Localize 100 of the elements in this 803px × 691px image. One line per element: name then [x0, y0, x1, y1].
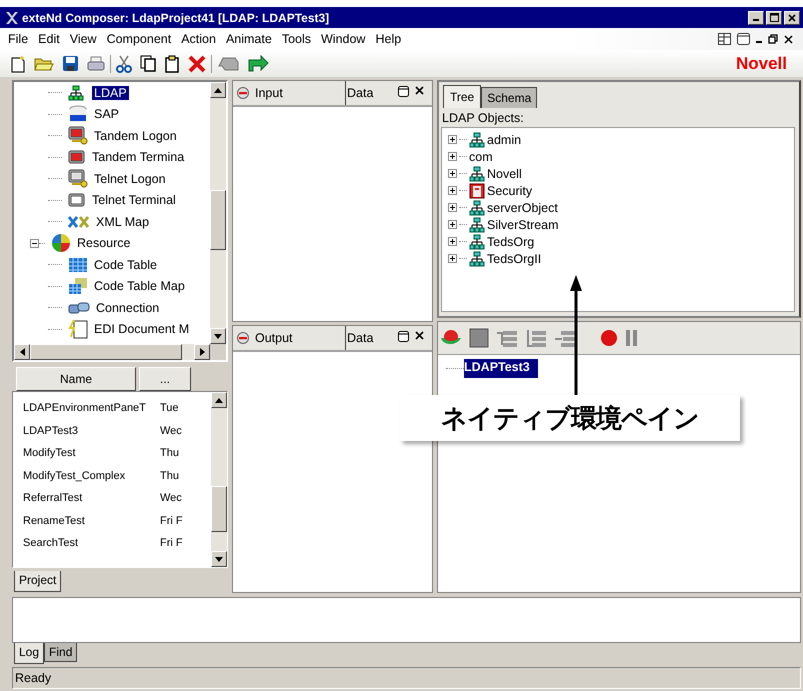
tree-item[interactable]: TedsOrgII [487, 252, 542, 266]
forward-button[interactable] [247, 54, 269, 72]
menu-item[interactable]: Component [102, 32, 178, 46]
maximize-button[interactable] [766, 10, 782, 24]
expand-icon[interactable] [448, 203, 457, 212]
column-header[interactable]: Name [16, 367, 136, 391]
scroll-right-button[interactable] [194, 344, 210, 360]
menu-item[interactable]: Tools [278, 32, 317, 46]
tab[interactable]: Project [14, 571, 62, 592]
tree-item[interactable]: Tandem Termina [92, 150, 184, 164]
copy-button[interactable] [140, 55, 156, 72]
scroll-up-button[interactable] [211, 392, 227, 408]
network-icon [469, 200, 485, 216]
floppy-icon [62, 55, 79, 72]
tree-item[interactable]: serverObject [487, 200, 558, 214]
close-button[interactable] [784, 10, 800, 24]
collapse-icon[interactable] [30, 238, 39, 248]
tree-item[interactable]: XML Map [96, 214, 150, 229]
scroll-left-button[interactable] [14, 344, 30, 360]
monitor-key-icon [68, 169, 88, 188]
tab[interactable]: Schema [481, 87, 538, 108]
expand-icon[interactable] [448, 220, 457, 229]
expand-icon[interactable] [448, 237, 457, 246]
scrollbar-corner [210, 344, 226, 360]
tree-item[interactable]: com [469, 150, 493, 164]
step-into-icon [496, 328, 518, 348]
tree-item[interactable]: Telnet Logon [94, 172, 166, 186]
pause-button[interactable] [625, 329, 639, 347]
network-icon [68, 84, 86, 101]
expand-icon[interactable] [448, 254, 457, 263]
monitor-icon [68, 192, 86, 208]
open-button[interactable] [34, 56, 54, 72]
menu-item[interactable]: Help [371, 32, 408, 46]
column-header[interactable]: ... [139, 367, 191, 391]
scissors-icon [116, 54, 132, 72]
cut-button[interactable] [116, 54, 132, 72]
tab[interactable]: Find [44, 643, 78, 662]
menu-item[interactable]: Action [177, 32, 222, 46]
menu-item[interactable]: Window [317, 32, 372, 46]
restore-icon [398, 331, 409, 342]
column-header: Data [347, 86, 374, 100]
tree-item[interactable]: admin [487, 132, 522, 146]
menu-item[interactable]: Edit [34, 32, 66, 46]
print-button[interactable] [87, 56, 105, 72]
minimize-button[interactable] [748, 10, 764, 24]
tree-item[interactable]: Resource [77, 236, 130, 250]
restore-icon [768, 34, 778, 44]
stop-icon [469, 328, 489, 348]
tree-item[interactable]: LDAPTest3 [464, 359, 538, 378]
menu-item[interactable]: View [66, 32, 103, 46]
expand-icon[interactable] [448, 186, 457, 195]
step-over-button[interactable] [525, 328, 547, 348]
tree-item[interactable]: Connection [96, 300, 160, 315]
menu-item[interactable]: File [6, 32, 34, 46]
scroll-down-button[interactable] [210, 328, 226, 344]
tree-item[interactable]: TedsOrg [487, 234, 534, 248]
scroll-thumb[interactable] [30, 344, 182, 360]
grid-icon [68, 256, 88, 273]
expand-icon[interactable] [448, 169, 457, 178]
tab[interactable]: Tree [443, 85, 482, 108]
expand-icon[interactable] [448, 152, 457, 161]
scroll-up-button[interactable] [210, 82, 226, 98]
tree-item[interactable]: SAP [94, 107, 120, 122]
paste-button[interactable] [164, 54, 180, 72]
table-cell-text: LDAPTest3 [23, 424, 80, 437]
network-icon [469, 132, 485, 148]
back-button[interactable] [217, 56, 239, 72]
tree-item[interactable]: Code Table Map [94, 279, 185, 294]
new-button[interactable] [10, 54, 26, 72]
stop-button[interactable] [469, 328, 489, 348]
table-cell-text: RenameTest [23, 514, 86, 527]
tree-item[interactable]: Code Table [94, 258, 158, 272]
menu-item[interactable]: Animate [222, 32, 278, 46]
scroll-thumb[interactable] [211, 486, 227, 532]
cylinder-icon [68, 104, 88, 124]
table-cell-text: Tue [160, 402, 180, 414]
tree-item[interactable]: SilverStream [487, 218, 559, 232]
step-into-button[interactable] [496, 328, 518, 348]
pause-icon [625, 329, 639, 347]
network-icon [469, 166, 485, 182]
step-out-button[interactable] [554, 328, 576, 348]
tab[interactable]: Log [14, 643, 44, 664]
down-arrow-icon [214, 334, 222, 338]
tree-item[interactable]: Security [487, 184, 532, 198]
tree-item[interactable]: Novell [487, 166, 522, 180]
tree-item[interactable]: Tandem Logon [94, 128, 177, 143]
expand-icon[interactable] [448, 135, 457, 144]
cross-icon [68, 216, 90, 228]
record-button[interactable] [600, 329, 618, 347]
table-cell-text: Thu [160, 447, 180, 460]
tree-item[interactable]: Telnet Terminal [92, 193, 176, 208]
tree-item[interactable]: EDI Document M [94, 322, 190, 336]
save-button[interactable] [62, 55, 79, 72]
scroll-down-button[interactable] [211, 551, 227, 568]
left-arrow-icon [20, 348, 24, 356]
scroll-thumb[interactable] [210, 190, 226, 250]
table-cell-text: ReferralTest [23, 492, 84, 504]
close-icon [415, 331, 424, 340]
delete-button[interactable] [188, 54, 206, 72]
tree-item[interactable]: LDAP [92, 86, 129, 100]
